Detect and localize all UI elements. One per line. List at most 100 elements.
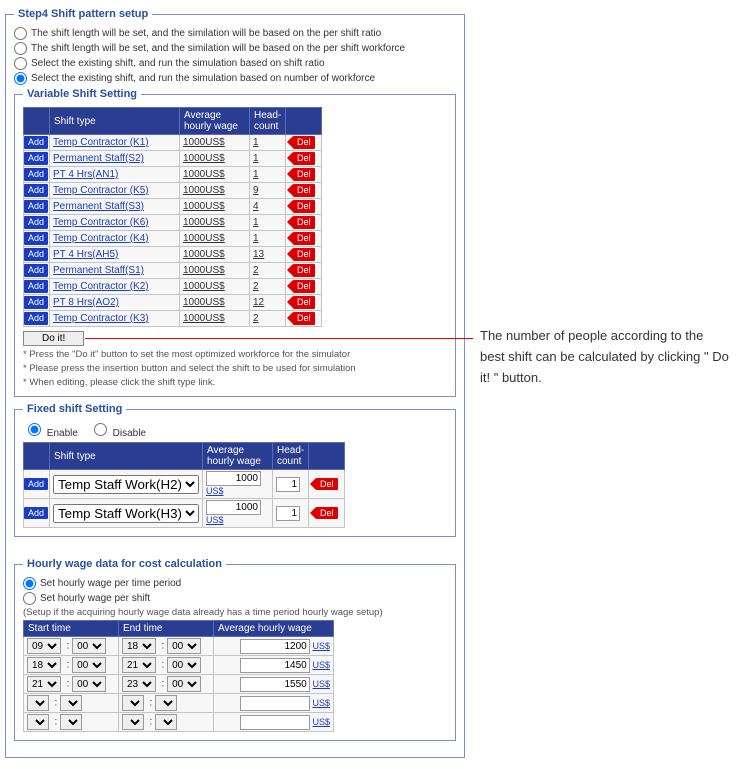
delete-button[interactable]: Del bbox=[316, 478, 338, 491]
delete-button[interactable]: Del bbox=[293, 296, 315, 309]
delete-button[interactable]: Del bbox=[293, 280, 315, 293]
end-min-select[interactable]: 00 bbox=[167, 676, 201, 692]
hourly-wage-input[interactable] bbox=[240, 677, 310, 692]
shift-type-link[interactable]: Temp Contractor (K3) bbox=[53, 313, 149, 324]
add-button[interactable]: Add bbox=[24, 248, 48, 261]
add-button[interactable]: Add bbox=[24, 136, 48, 149]
table-row: 21 : 0023 : 00 US$ bbox=[24, 675, 334, 694]
add-button[interactable]: Add bbox=[24, 232, 48, 245]
hourly-wage-input[interactable] bbox=[240, 639, 310, 654]
shift-type-link[interactable]: PT 8 Hrs(AO2) bbox=[53, 297, 119, 308]
shift-type-link[interactable]: Temp Contractor (K4) bbox=[53, 233, 149, 244]
end-hour-select[interactable] bbox=[122, 714, 144, 730]
delete-button[interactable]: Del bbox=[293, 184, 315, 197]
headcount-input[interactable] bbox=[276, 477, 300, 492]
end-hour-select[interactable]: 21 bbox=[122, 657, 156, 673]
start-min-select[interactable] bbox=[60, 695, 82, 711]
option-label: Select the existing shift, and run the s… bbox=[31, 73, 375, 84]
headcount-input[interactable] bbox=[276, 506, 300, 521]
option-radio-1[interactable] bbox=[14, 42, 27, 55]
end-min-select[interactable]: 00 bbox=[167, 657, 201, 673]
add-button[interactable]: Add bbox=[24, 478, 48, 491]
table-row: AddTemp Contractor (K1)1000US$1Del bbox=[24, 135, 322, 151]
start-hour-select[interactable]: 09 bbox=[27, 638, 61, 654]
hourly-wage-input[interactable] bbox=[240, 658, 310, 673]
shift-type-link[interactable]: Permanent Staff(S1) bbox=[53, 265, 144, 276]
wage-value: 1000US$ bbox=[183, 313, 225, 324]
shift-select[interactable]: Temp Staff Work(H3) bbox=[53, 504, 199, 523]
end-hour-select[interactable] bbox=[122, 695, 144, 711]
end-hour-select[interactable]: 23 bbox=[122, 676, 156, 692]
option-row: Select the existing shift, and run the s… bbox=[14, 72, 456, 85]
shift-select[interactable]: Temp Staff Work(H2) bbox=[53, 475, 199, 494]
hourly-wage-input[interactable] bbox=[240, 715, 310, 730]
end-min-select[interactable] bbox=[155, 714, 177, 730]
delete-button[interactable]: Del bbox=[293, 216, 315, 229]
delete-button[interactable]: Del bbox=[293, 200, 315, 213]
hourly-opt2-radio[interactable] bbox=[23, 592, 36, 605]
shift-type-link[interactable]: Temp Contractor (K1) bbox=[53, 137, 149, 148]
option-radio-2[interactable] bbox=[14, 57, 27, 70]
hourly-opt1-radio[interactable] bbox=[23, 577, 36, 590]
table-row: AddPermanent Staff(S2)1000US$1Del bbox=[24, 151, 322, 167]
option-radio-0[interactable] bbox=[14, 27, 27, 40]
hourly-table: Start time End time Average hourly wage … bbox=[23, 620, 334, 732]
shift-type-link[interactable]: Permanent Staff(S3) bbox=[53, 201, 144, 212]
hourly-wage-input[interactable] bbox=[240, 696, 310, 711]
add-button[interactable]: Add bbox=[24, 280, 48, 293]
shift-type-link[interactable]: PT 4 Hrs(AH5) bbox=[53, 249, 118, 260]
option-row: Select the existing shift, and run the s… bbox=[14, 57, 456, 70]
start-hour-select[interactable] bbox=[27, 695, 49, 711]
delete-button[interactable]: Del bbox=[293, 232, 315, 245]
start-hour-select[interactable] bbox=[27, 714, 49, 730]
add-button[interactable]: Add bbox=[24, 152, 48, 165]
delete-button[interactable]: Del bbox=[293, 136, 315, 149]
start-hour-select[interactable]: 18 bbox=[27, 657, 61, 673]
option-radio-3[interactable] bbox=[14, 72, 27, 85]
add-button[interactable]: Add bbox=[24, 264, 48, 277]
end-hour-select[interactable]: 18 bbox=[122, 638, 156, 654]
wage-input[interactable] bbox=[206, 471, 261, 486]
shift-type-link[interactable]: Temp Contractor (K6) bbox=[53, 217, 149, 228]
disable-radio[interactable] bbox=[94, 423, 107, 436]
delete-button[interactable]: Del bbox=[293, 264, 315, 277]
end-min-select[interactable] bbox=[155, 695, 177, 711]
shift-type-link[interactable]: PT 4 Hrs(AN1) bbox=[53, 169, 118, 180]
hourly-legend: Hourly wage data for cost calculation bbox=[23, 558, 226, 570]
shift-type-link[interactable]: Temp Contractor (K2) bbox=[53, 281, 149, 292]
start-min-select[interactable]: 00 bbox=[72, 638, 106, 654]
headcount-value: 1 bbox=[253, 153, 259, 164]
step4-legend: Step4 Shift pattern setup bbox=[14, 8, 152, 20]
delete-button[interactable]: Del bbox=[293, 312, 315, 325]
delete-button[interactable]: Del bbox=[293, 168, 315, 181]
table-row: AddPermanent Staff(S3)1000US$4Del bbox=[24, 199, 322, 215]
do-it-button[interactable]: Do it! bbox=[23, 331, 84, 346]
annotation-text: The number of people according to the be… bbox=[480, 326, 730, 388]
wage-input[interactable] bbox=[206, 500, 261, 515]
start-min-select[interactable] bbox=[60, 714, 82, 730]
add-button[interactable]: Add bbox=[24, 168, 48, 181]
add-button[interactable]: Add bbox=[24, 184, 48, 197]
delete-button[interactable]: Del bbox=[293, 248, 315, 261]
hourly-opt-row: Set hourly wage per time period bbox=[23, 577, 447, 590]
enable-radio[interactable] bbox=[28, 423, 41, 436]
wage-value: 1000US$ bbox=[183, 249, 225, 260]
shift-type-link[interactable]: Temp Contractor (K5) bbox=[53, 185, 149, 196]
start-min-select[interactable]: 00 bbox=[72, 676, 106, 692]
table-row: : : US$ bbox=[24, 713, 334, 732]
start-min-select[interactable]: 00 bbox=[72, 657, 106, 673]
add-button[interactable]: Add bbox=[24, 216, 48, 229]
delete-button[interactable]: Del bbox=[293, 152, 315, 165]
add-button[interactable]: Add bbox=[24, 507, 48, 520]
option-label: The shift length will be set, and the si… bbox=[31, 43, 405, 54]
currency-label: US$ bbox=[312, 660, 330, 670]
end-min-select[interactable]: 00 bbox=[167, 638, 201, 654]
shift-type-link[interactable]: Permanent Staff(S2) bbox=[53, 153, 144, 164]
add-button[interactable]: Add bbox=[24, 296, 48, 309]
add-button[interactable]: Add bbox=[24, 312, 48, 325]
delete-button[interactable]: Del bbox=[316, 507, 338, 520]
start-hour-select[interactable]: 21 bbox=[27, 676, 61, 692]
headcount-value: 1 bbox=[253, 137, 259, 148]
add-button[interactable]: Add bbox=[24, 200, 48, 213]
table-row: AddPermanent Staff(S1)1000US$2Del bbox=[24, 263, 322, 279]
